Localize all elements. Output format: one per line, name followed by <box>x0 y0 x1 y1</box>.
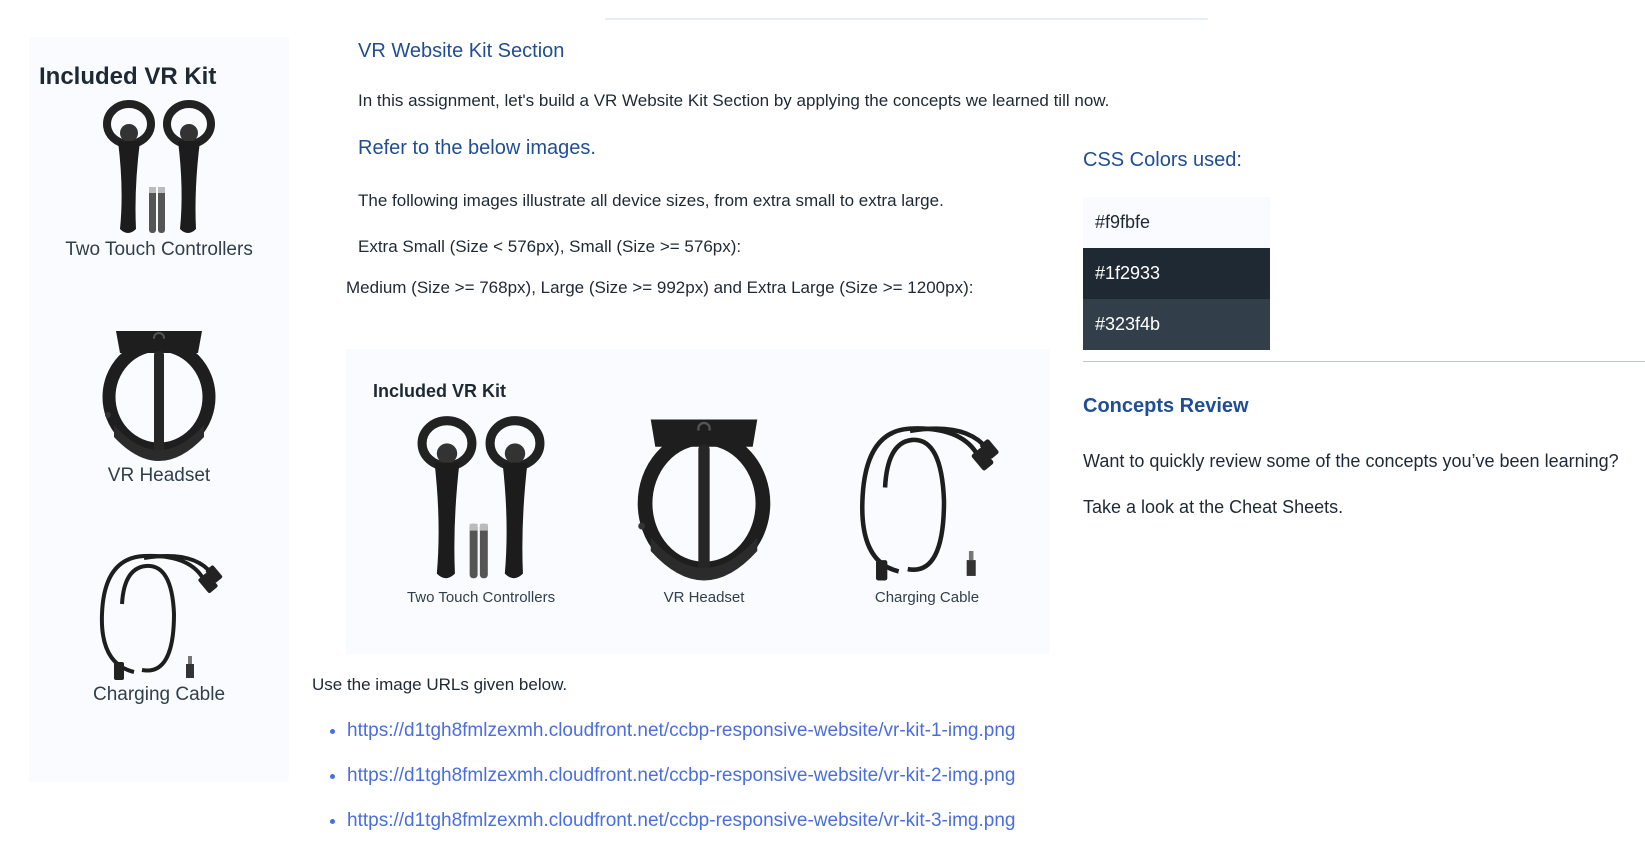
preview-item-cable: Charging Cable <box>837 415 1017 606</box>
image-url-link[interactable]: https://d1tgh8fmlzexmh.cloudfront.net/cc… <box>347 810 1015 831</box>
kit-item-controllers: Two Touch Controllers <box>29 99 289 261</box>
urls-intro-text: Use the image URLs given below. <box>312 675 568 694</box>
cheat-sheets-text: Take a look at the Cheat Sheets. <box>1083 497 1344 517</box>
charging-cable-image <box>860 426 999 581</box>
list-item: https://d1tgh8fmlzexmh.cloudfront.net/cc… <box>347 763 1015 789</box>
preview-caption: Two Touch Controllers <box>406 589 556 606</box>
intro-text: In this assignment, let's build a VR Web… <box>358 91 1110 110</box>
preview-caption: Charging Cable <box>874 589 980 606</box>
color-swatch: #323f4b <box>1083 299 1270 350</box>
touch-controllers-image <box>103 100 215 233</box>
touch-controllers-image <box>417 416 545 579</box>
refer-heading: Refer to the below images. <box>358 137 596 159</box>
color-swatch: #1f2933 <box>1083 248 1270 299</box>
large-sizes-text: Medium (Size >= 768px), Large (Size >= 9… <box>346 278 974 297</box>
concepts-review-text: Want to quickly review some of the conce… <box>1083 451 1619 471</box>
vr-headset-image <box>637 419 771 581</box>
kit-item-caption: VR Headset <box>107 465 211 486</box>
vr-kit-panel: Included VR Kit Two Touch Controllers VR… <box>29 37 289 782</box>
preview-item-controllers: Two Touch Controllers <box>391 415 571 606</box>
vr-headset-image <box>102 331 216 461</box>
preview-item-headset: VR Headset <box>614 415 794 606</box>
css-colors-heading: CSS Colors used: <box>1083 149 1242 171</box>
color-swatch: #f9fbfe <box>1083 197 1270 248</box>
color-swatch-list: #f9fbfe #1f2933 #323f4b <box>1083 197 1270 350</box>
list-item: https://d1tgh8fmlzexmh.cloudfront.net/cc… <box>347 718 1015 744</box>
small-sizes-text: Extra Small (Size < 576px), Small (Size … <box>358 237 742 256</box>
device-sizes-text: The following images illustrate all devi… <box>358 191 944 210</box>
preview-caption: VR Headset <box>663 589 745 606</box>
kit-item-caption: Charging Cable <box>92 684 226 705</box>
section-heading: VR Website Kit Section <box>358 40 565 62</box>
kit-item-caption: Two Touch Controllers <box>65 239 253 260</box>
image-url-link[interactable]: https://d1tgh8fmlzexmh.cloudfront.net/cc… <box>347 720 1015 741</box>
charging-cable-image <box>99 553 223 680</box>
image-url-list: https://d1tgh8fmlzexmh.cloudfront.net/cc… <box>330 718 1015 853</box>
preview-title: Included VR Kit <box>373 381 507 401</box>
kit-item-headset: VR Headset <box>29 325 289 487</box>
concepts-review-heading: Concepts Review <box>1083 395 1249 417</box>
section-divider <box>1083 361 1645 362</box>
desktop-preview-image: Included VR Kit Two Touch Controllers VR… <box>346 349 1050 654</box>
image-url-link[interactable]: https://d1tgh8fmlzexmh.cloudfront.net/cc… <box>347 765 1015 786</box>
kit-panel-title: Included VR Kit <box>39 63 217 90</box>
list-item: https://d1tgh8fmlzexmh.cloudfront.net/cc… <box>347 808 1015 834</box>
kit-item-cable: Charging Cable <box>29 544 289 706</box>
top-divider <box>605 18 1208 20</box>
